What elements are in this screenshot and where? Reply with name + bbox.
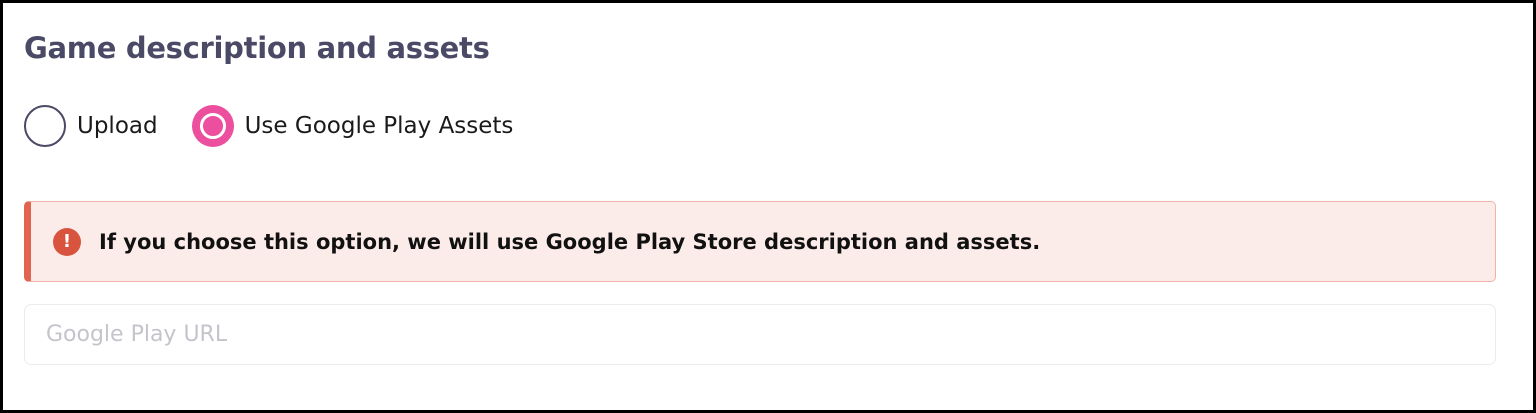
radio-label-upload: Upload — [77, 113, 158, 139]
exclamation-icon: ! — [53, 227, 81, 256]
radio-label-google-play-assets: Use Google Play Assets — [244, 113, 514, 139]
radio-selected-dot — [199, 113, 226, 139]
alert-message: If you choose this option, we will use G… — [99, 229, 1041, 254]
radio-option-google-play-assets[interactable]: Use Google Play Assets — [191, 105, 514, 147]
radio-button-google-play-assets[interactable] — [191, 105, 234, 147]
panel: Game description and assets Upload Use G… — [0, 0, 1536, 413]
radio-option-upload[interactable]: Upload — [24, 105, 158, 147]
radio-button-upload[interactable] — [24, 105, 66, 147]
warning-alert: ! If you choose this option, we will use… — [24, 201, 1496, 282]
section-title: Game description and assets — [24, 31, 490, 65]
google-play-url-input[interactable] — [24, 304, 1496, 365]
asset-source-radio-group: Upload Use Google Play Assets — [24, 105, 547, 147]
